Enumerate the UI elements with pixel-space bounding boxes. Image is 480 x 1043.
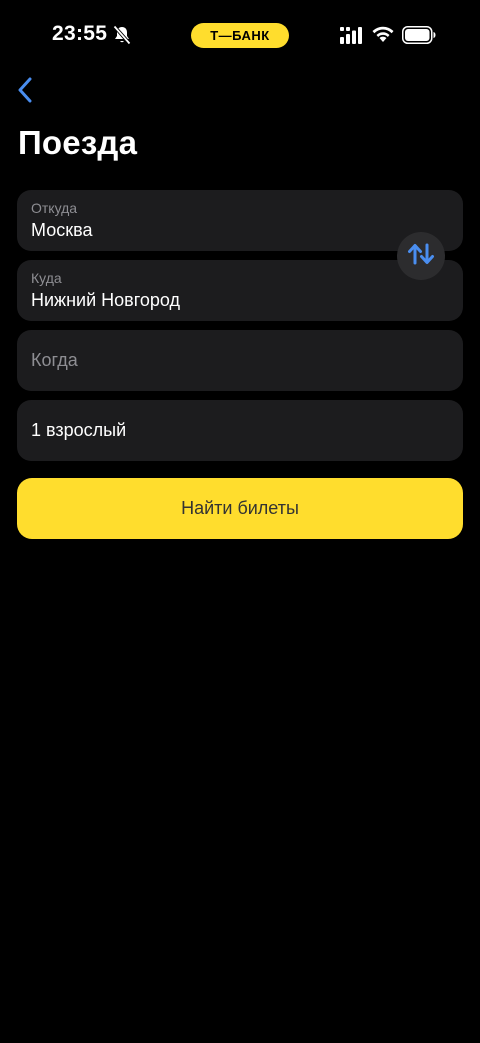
to-field[interactable]: Куда Нижний Новгород <box>17 260 463 321</box>
from-field[interactable]: Откуда Москва <box>17 190 463 251</box>
passengers-value: 1 взрослый <box>31 420 127 440</box>
chevron-left-icon <box>17 77 33 108</box>
bell-off-icon <box>113 25 131 45</box>
status-bar: 23:55 Т—БАНК <box>0 0 480 70</box>
to-label: Куда <box>31 270 62 286</box>
back-button[interactable] <box>10 76 40 108</box>
from-value: Москва <box>31 220 93 240</box>
battery-icon <box>402 26 436 44</box>
swap-vertical-icon <box>407 243 435 270</box>
swap-button[interactable] <box>397 232 445 280</box>
when-placeholder: Когда <box>31 350 78 370</box>
find-tickets-button[interactable]: Найти билеты <box>17 478 463 539</box>
page-title: Поезда <box>18 124 138 161</box>
brand-label: Т—БАНК <box>210 28 270 43</box>
when-field[interactable]: Когда <box>17 330 463 391</box>
wifi-icon <box>371 25 395 43</box>
signal-icon <box>340 27 362 44</box>
status-time: 23:55 <box>52 22 108 45</box>
brand-badge: Т—БАНК <box>191 23 289 48</box>
from-label: Откуда <box>31 200 78 216</box>
passengers-field[interactable]: 1 взрослый <box>17 400 463 461</box>
to-value: Нижний Новгород <box>31 290 181 310</box>
